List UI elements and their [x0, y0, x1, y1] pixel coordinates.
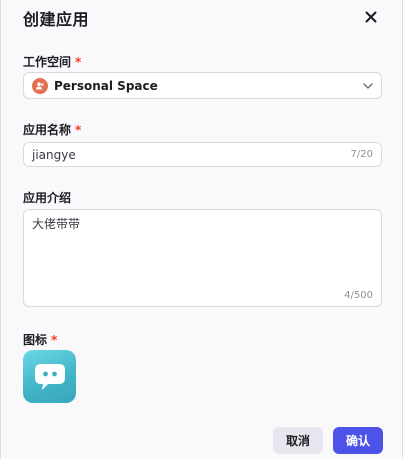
app-intro-counter: 4/500 [344, 290, 373, 301]
chevron-down-icon [363, 82, 373, 89]
app-name-input[interactable]: jiangye 7/20 [23, 142, 382, 167]
close-icon [365, 11, 377, 23]
app-name-value: jiangye [32, 147, 76, 162]
app-intro-value: 大佬带带 [32, 217, 81, 231]
workspace-select[interactable]: Personal Space [23, 72, 382, 99]
app-intro-label: 应用介绍 [23, 191, 72, 205]
workspace-value: Personal Space [54, 78, 158, 93]
required-mark: * [75, 123, 82, 137]
create-app-dialog: 创建应用 工作空间 * Personal Space 应用名称 * jiangye … [0, 0, 403, 459]
app-icon-picker[interactable] [23, 350, 76, 403]
cancel-button[interactable]: 取消 [273, 427, 323, 454]
workspace-label-row: 工作空间 * [23, 53, 81, 70]
confirm-button[interactable]: 确认 [333, 427, 383, 454]
app-name-label-row: 应用名称 * [23, 121, 81, 138]
close-button[interactable] [360, 6, 382, 28]
dialog-title: 创建应用 [23, 10, 90, 29]
required-mark: * [75, 55, 82, 69]
icon-label: 图标 [23, 333, 48, 347]
required-mark: * [51, 333, 58, 347]
app-name-counter: 7/20 [350, 149, 373, 160]
app-name-label: 应用名称 [23, 123, 72, 137]
people-icon [32, 77, 48, 94]
app-intro-label-row: 应用介绍 [23, 189, 71, 206]
chat-bubble-icon [34, 363, 65, 390]
icon-label-row: 图标 * [23, 331, 57, 348]
app-intro-textarea[interactable]: 大佬带带 4/500 [23, 209, 382, 307]
workspace-label: 工作空间 [23, 55, 72, 69]
